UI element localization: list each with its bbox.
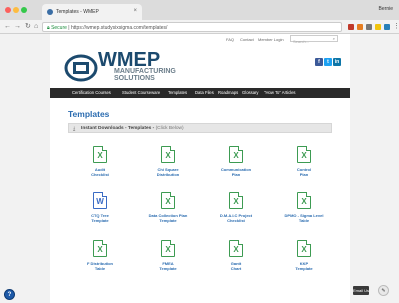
extension-icon[interactable] — [357, 24, 363, 30]
tab-favicon-icon — [47, 9, 53, 15]
extension-icon[interactable] — [348, 24, 354, 30]
nav-certification-courses[interactable]: Certification Courses — [72, 90, 111, 95]
browser-tabbar: Templates - WMEP × Bernie — [0, 0, 399, 20]
close-window-icon[interactable] — [5, 7, 11, 13]
excel-file-icon: X — [161, 192, 175, 209]
search-input[interactable]: Search... ⌕ — [290, 35, 338, 44]
template-title: KKP Template — [295, 261, 313, 271]
template-card[interactable]: X Data Collection Plan Template — [140, 192, 196, 223]
search-icon[interactable]: ⌕ — [333, 36, 335, 41]
zoom-icon[interactable] — [366, 24, 372, 30]
template-title: Audit Checklist — [91, 167, 109, 177]
template-title: Data Collection Plan Template — [148, 213, 188, 223]
logo-tagline: MANUFACTURING SOLUTIONS — [114, 68, 176, 82]
nav-student-courseware[interactable]: Student Courseware — [122, 90, 160, 95]
extension-icon[interactable] — [384, 24, 390, 30]
template-title: Communication Plan — [220, 167, 252, 177]
excel-file-icon: X — [297, 240, 311, 257]
logo-mark-icon — [64, 54, 98, 82]
minimize-window-icon[interactable] — [13, 7, 19, 13]
nav-glossary[interactable]: Glossary — [242, 90, 259, 95]
template-title: FMEA Template — [159, 261, 177, 271]
browser-tab[interactable]: Templates - WMEP × — [42, 4, 142, 20]
browser-toolbar: ← → ↻ ⌂ 🔒︎ Secure | https://wmep.studysi… — [0, 20, 399, 34]
excel-file-icon: X — [161, 240, 175, 257]
template-title: Chi Square Distribution — [156, 167, 180, 177]
section-header: ⤓ Instant Downloads - Templates - (Click… — [68, 123, 332, 133]
menu-icon[interactable]: ⋮ — [393, 23, 399, 31]
wmep-logo[interactable]: WMEP MANUFACTURING SOLUTIONS — [64, 49, 194, 89]
secure-label: Secure — [51, 25, 67, 31]
main-nav: Certification Courses Student Courseware… — [50, 88, 350, 98]
logo-line2: SOLUTIONS — [114, 75, 155, 82]
back-icon[interactable]: ← — [4, 23, 11, 31]
template-title: F Distribution Table — [87, 261, 113, 271]
template-card[interactable]: X Chi Square Distribution — [140, 146, 196, 177]
bookmark-star-icon[interactable] — [375, 24, 381, 30]
reload-icon[interactable]: ↻ — [25, 23, 31, 31]
forward-icon[interactable]: → — [14, 23, 21, 31]
excel-file-icon: X — [229, 146, 243, 163]
maximize-window-icon[interactable] — [21, 7, 27, 13]
web-page: FAQ Contact Member Login Search... ⌕ WME… — [50, 34, 350, 303]
help-icon[interactable]: ? — [4, 289, 15, 300]
section-suffix: (Click Below) — [155, 126, 184, 131]
address-bar[interactable]: 🔒︎ Secure | https://wmep.studysixsigma.c… — [42, 22, 342, 32]
utility-nav: FAQ Contact Member Login Search... ⌕ — [50, 34, 350, 44]
word-file-icon: W — [93, 192, 107, 209]
tab-title: Templates - WMEP — [56, 9, 99, 15]
excel-file-icon: X — [229, 192, 243, 209]
faq-link[interactable]: FAQ — [226, 37, 234, 42]
excel-file-icon: X — [297, 146, 311, 163]
twitter-icon[interactable]: t — [324, 58, 332, 66]
section-title: Instant Downloads - Templates - — [81, 126, 155, 131]
contact-link[interactable]: Contact — [240, 37, 254, 42]
browser-user-name[interactable]: Bernie — [379, 6, 393, 12]
template-title: CTQ Tree Template — [91, 213, 109, 223]
nav-roadmaps[interactable]: Roadmaps — [218, 90, 238, 95]
member-login-link[interactable]: Member Login — [258, 37, 284, 42]
logo-line1: MANUFACTURING — [114, 68, 176, 75]
nav-how-to-articles[interactable]: "How To" Articles — [264, 90, 296, 95]
nav-templates[interactable]: Templates — [168, 90, 187, 95]
template-card[interactable]: X Communication Plan — [208, 146, 264, 177]
edit-icon[interactable]: ✎ — [378, 285, 389, 296]
url-text: https://wmep.studysixsigma.com/templates… — [71, 25, 168, 31]
excel-file-icon: X — [93, 240, 107, 257]
template-card[interactable]: X KKP Template — [276, 240, 332, 271]
tab-close-icon[interactable]: × — [133, 8, 137, 14]
nav-data-files[interactable]: Data Files — [195, 90, 214, 95]
search-placeholder: Search... — [293, 39, 310, 44]
linkedin-icon[interactable]: in — [333, 58, 341, 66]
excel-file-icon: X — [161, 146, 175, 163]
template-card[interactable]: X Gantt Chart — [208, 240, 264, 271]
template-card[interactable]: X Control Plan — [276, 146, 332, 177]
template-card[interactable]: X D.M.A.I.C Project Checklist — [208, 192, 264, 223]
template-card[interactable]: X FMEA Template — [140, 240, 196, 271]
template-card[interactable]: X DPMO - Sigma Level Table — [276, 192, 332, 223]
home-icon[interactable]: ⌂ — [34, 23, 38, 31]
template-card[interactable]: X Audit Checklist — [72, 146, 128, 177]
excel-file-icon: X — [93, 146, 107, 163]
template-title: Gantt Chart — [230, 261, 242, 271]
excel-file-icon: X — [229, 240, 243, 257]
template-title: DPMO - Sigma Level Table — [284, 213, 324, 223]
facebook-icon[interactable]: f — [315, 58, 323, 66]
template-card[interactable]: W CTQ Tree Template — [72, 192, 128, 223]
excel-file-icon: X — [297, 192, 311, 209]
template-title: D.M.A.I.C Project Checklist — [219, 213, 253, 223]
template-card[interactable]: X F Distribution Table — [72, 240, 128, 271]
email-us-button[interactable]: Email Us — [353, 286, 369, 295]
template-title: Control Plan — [296, 167, 312, 177]
page-title: Templates — [68, 109, 110, 119]
download-icon: ⤓ — [73, 126, 76, 132]
